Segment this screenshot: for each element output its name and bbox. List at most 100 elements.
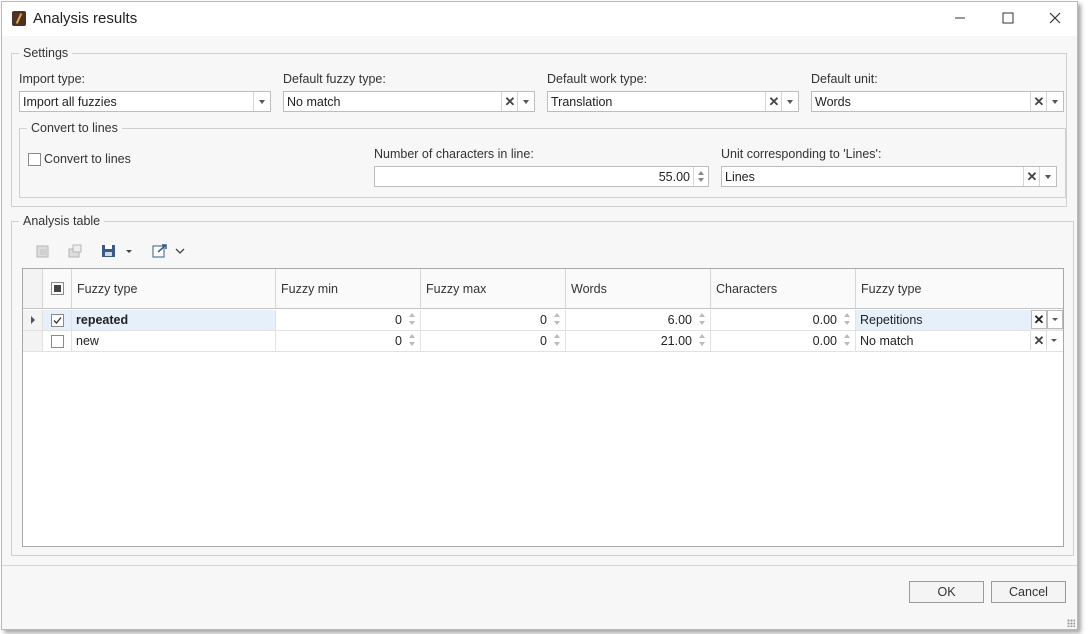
- lines-unit-select[interactable]: Lines ✕: [721, 166, 1057, 187]
- fuzzy-max-cell[interactable]: 0: [421, 331, 566, 351]
- clear-icon[interactable]: ✕: [1023, 167, 1040, 186]
- spin-up-icon[interactable]: [699, 313, 705, 317]
- save-icon: [102, 245, 115, 257]
- spin-up-icon[interactable]: [698, 171, 704, 175]
- spin-down-icon[interactable]: [844, 342, 850, 346]
- characters-cell[interactable]: 0.00: [711, 331, 856, 351]
- export-dropdown-button[interactable]: [175, 243, 187, 263]
- chevron-down-icon[interactable]: [517, 92, 534, 111]
- default-unit-value: Words: [815, 95, 851, 109]
- footer-divider: [2, 565, 1077, 566]
- characters-cell[interactable]: 0.00: [711, 310, 856, 330]
- row-checkbox[interactable]: [51, 314, 64, 327]
- table-row[interactable]: repeated 0 0 6.00 0.00 Repetitions ✕: [23, 310, 1063, 331]
- spin-down-icon[interactable]: [409, 321, 415, 325]
- spin-up-icon[interactable]: [699, 334, 705, 338]
- table-row[interactable]: new 0 0 21.00 0.00 No match ✕: [23, 331, 1063, 352]
- close-icon: [1049, 12, 1061, 24]
- convert-to-lines-legend: Convert to lines: [27, 121, 122, 135]
- copy-rows-button[interactable]: [67, 243, 85, 263]
- column-header-words[interactable]: Words: [566, 269, 711, 309]
- spinner[interactable]: [551, 332, 563, 349]
- title-bar: Analysis results: [2, 2, 1077, 36]
- spinner[interactable]: [841, 311, 853, 328]
- close-button[interactable]: [1032, 4, 1078, 34]
- spinner[interactable]: [406, 311, 418, 328]
- cell-number: 0.00: [812, 313, 837, 327]
- words-cell[interactable]: 6.00: [566, 310, 711, 330]
- clear-icon[interactable]: ✕: [1031, 310, 1047, 329]
- column-header-characters[interactable]: Characters: [711, 269, 856, 309]
- import-type-select[interactable]: Import all fuzzies: [19, 91, 271, 112]
- clear-icon[interactable]: ✕: [1030, 92, 1047, 111]
- chevron-down-icon[interactable]: [253, 92, 270, 111]
- column-header-fuzzy-max[interactable]: Fuzzy max: [421, 269, 566, 309]
- row-checkbox[interactable]: [51, 335, 64, 348]
- spin-down-icon[interactable]: [699, 321, 705, 325]
- default-fuzzy-type-select[interactable]: No match ✕: [283, 91, 535, 112]
- row-checkbox-cell[interactable]: [43, 331, 72, 351]
- clear-icon[interactable]: ✕: [765, 92, 782, 111]
- fuzzy-min-cell[interactable]: 0: [276, 310, 421, 330]
- clear-icon[interactable]: ✕: [1030, 331, 1047, 350]
- chevron-down-icon[interactable]: [1039, 167, 1056, 186]
- analysis-grid: Fuzzy type Fuzzy min Fuzzy max Words Cha…: [22, 268, 1064, 547]
- words-cell[interactable]: 21.00: [566, 331, 711, 351]
- clear-icon[interactable]: ✕: [501, 92, 518, 111]
- spinner[interactable]: [841, 332, 853, 349]
- save-dropdown-button[interactable]: [125, 243, 135, 263]
- spin-up-icon[interactable]: [844, 313, 850, 317]
- column-header-label: Fuzzy min: [281, 282, 338, 296]
- spinner[interactable]: [696, 311, 708, 328]
- export-button[interactable]: [152, 243, 170, 263]
- indeterminate-mark: [54, 285, 61, 292]
- cancel-button[interactable]: Cancel: [991, 581, 1066, 603]
- chevron-down-icon[interactable]: [1047, 310, 1063, 329]
- current-row-arrow-icon: [31, 316, 35, 324]
- spin-up-icon[interactable]: [409, 313, 415, 317]
- column-header-mapped-fuzzy-type[interactable]: Fuzzy type: [856, 269, 1063, 309]
- convert-to-lines-checkbox[interactable]: [28, 153, 41, 166]
- spin-up-icon[interactable]: [554, 313, 560, 317]
- spin-down-icon[interactable]: [554, 342, 560, 346]
- cell-number: 6.00: [667, 313, 692, 327]
- fuzzy-max-cell[interactable]: 0: [421, 310, 566, 330]
- spinner[interactable]: [696, 332, 708, 349]
- fuzzy-min-cell[interactable]: 0: [276, 331, 421, 351]
- minimize-button[interactable]: [937, 4, 983, 34]
- spin-down-icon[interactable]: [409, 342, 415, 346]
- spinner[interactable]: [693, 167, 708, 186]
- spin-down-icon[interactable]: [699, 342, 705, 346]
- column-header-fuzzy-type[interactable]: Fuzzy type: [72, 269, 276, 309]
- chevron-down-icon[interactable]: [1046, 331, 1063, 350]
- default-work-type-select[interactable]: Translation ✕: [547, 91, 799, 112]
- spin-up-icon[interactable]: [554, 334, 560, 338]
- spin-down-icon[interactable]: [554, 321, 560, 325]
- fuzzy-type-cell[interactable]: repeated: [72, 310, 276, 330]
- spin-up-icon[interactable]: [844, 334, 850, 338]
- spinner[interactable]: [551, 311, 563, 328]
- maximize-button[interactable]: [985, 4, 1031, 34]
- spin-up-icon[interactable]: [409, 334, 415, 338]
- resize-grip[interactable]: [1067, 619, 1075, 627]
- chevron-down-icon[interactable]: [1046, 92, 1063, 111]
- spin-down-icon[interactable]: [844, 321, 850, 325]
- save-button[interactable]: [101, 243, 119, 263]
- convert-to-lines-label[interactable]: Convert to lines: [44, 152, 131, 166]
- row-indicator-header: [23, 269, 43, 309]
- chevron-down-icon[interactable]: [781, 92, 798, 111]
- mapped-fuzzy-type-cell[interactable]: No match ✕: [856, 331, 1063, 351]
- fuzzy-type-cell[interactable]: new: [72, 331, 276, 351]
- select-all-checkbox[interactable]: [51, 282, 64, 295]
- window-title: Analysis results: [33, 10, 138, 27]
- spin-down-icon[interactable]: [698, 178, 704, 182]
- delete-rows-button[interactable]: [35, 243, 53, 263]
- mapped-fuzzy-type-cell[interactable]: Repetitions ✕: [856, 310, 1063, 330]
- default-unit-select[interactable]: Words ✕: [811, 91, 1064, 112]
- row-checkbox-cell[interactable]: [43, 310, 72, 330]
- column-header-fuzzy-min[interactable]: Fuzzy min: [276, 269, 421, 309]
- spinner[interactable]: [406, 332, 418, 349]
- chars-in-line-input[interactable]: 55.00: [374, 166, 709, 187]
- ok-button[interactable]: OK: [909, 581, 984, 603]
- select-all-header[interactable]: [43, 269, 72, 309]
